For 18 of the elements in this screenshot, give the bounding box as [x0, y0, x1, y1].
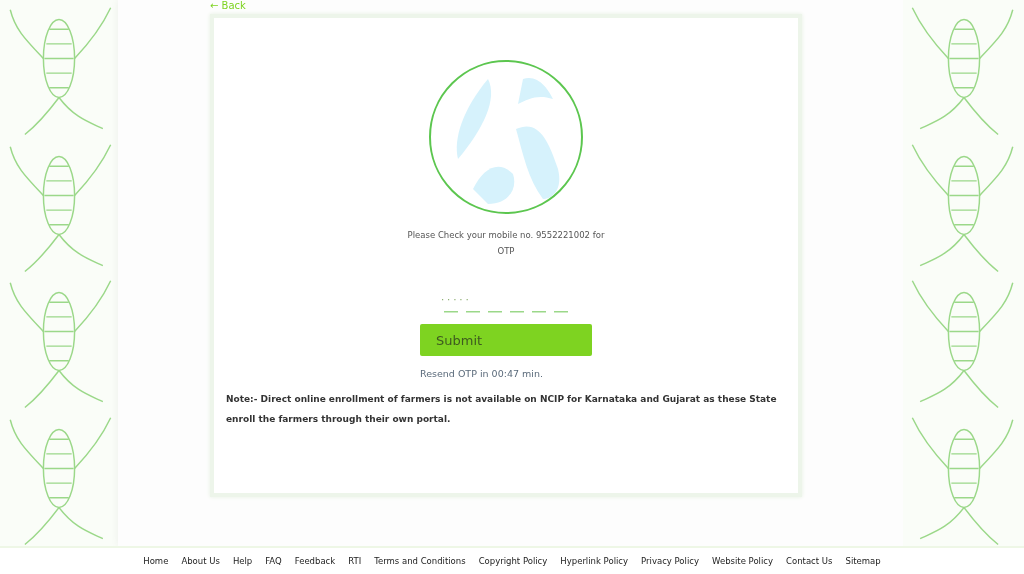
footer-link[interactable]: Help — [232, 556, 253, 566]
otp-message: Please Check your mobile no. 9552221002 for OTP — [406, 229, 606, 258]
footer-link[interactable]: FAQ — [265, 556, 282, 566]
footer-link[interactable]: About Us — [181, 556, 220, 566]
footer-link[interactable]: Copyright Policy — [478, 556, 548, 566]
footer-link[interactable]: Privacy Policy — [641, 556, 699, 566]
footer-link[interactable]: Home — [143, 556, 169, 566]
footer-link[interactable]: Website Policy — [712, 556, 774, 566]
footer-link[interactable]: Feedback — [294, 556, 336, 566]
footer-link[interactable]: Contact Us — [786, 556, 833, 566]
enrollment-note: Note:- Direct online enrollment of farmers is not available on NCIP for Karnataka and Gujarat as these State enroll the farmers through their own portal. — [226, 393, 778, 426]
resend-timer: Resend OTP in 00:47 min. — [420, 368, 544, 379]
footer-link[interactable]: Hyperlink Policy — [560, 556, 629, 566]
otp-input-field[interactable]: · · · · · — [439, 293, 533, 306]
submit-button[interactable]: Submit — [420, 324, 592, 356]
footer-link[interactable]: RTI — [348, 556, 362, 566]
footer-link[interactable]: Terms and Conditions — [374, 556, 466, 566]
footer-link[interactable]: Sitemap — [845, 556, 881, 566]
